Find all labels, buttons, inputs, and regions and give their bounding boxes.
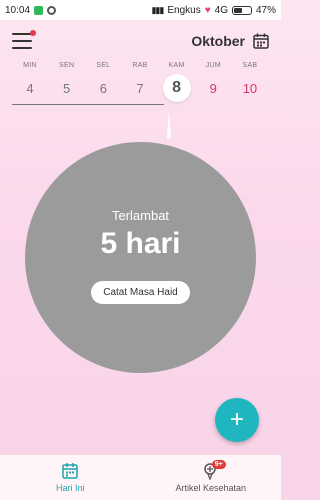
day-number: 9 [209,81,217,96]
month-title[interactable]: Oktober [191,33,245,49]
past-days-underline [12,104,164,105]
today-highlight: 8 [162,74,191,102]
tab-articles-label: Artikel Kesehatan [175,483,247,493]
status-label: Terlambat [111,207,170,223]
bottom-nav: Hari Ini 9+ Artikel Kesehatan [0,454,281,500]
days-late-value: 5 hari [100,226,181,260]
status-network: 4G [214,4,228,16]
hamburger-menu-icon[interactable] [12,30,36,49]
status-left: 10:04 [5,4,57,16]
battery-icon [231,5,252,15]
signal-icon: ▮▮▮ [151,4,164,15]
chat-notification-icon [34,5,44,15]
heart-icon: ♥ [204,4,211,16]
day-number: 5 [63,81,71,96]
tab-today-label: Hari Ini [55,483,85,493]
day-number: 7 [136,81,144,96]
app-notification-icon [47,5,57,15]
calendar-today-icon [62,463,78,479]
day-cell-today[interactable]: KAM 8 [159,62,195,108]
day-cell-4[interactable]: MIN 4 [12,62,48,108]
day-name: RAB [132,62,148,69]
day-name: KAM [168,62,185,69]
day-name: SEL [96,62,111,69]
status-battery: 47% [255,4,276,16]
day-cell-6[interactable]: SEL 6 [85,62,121,108]
cycle-status-circle: Terlambat 5 hari Catat Masa Haid [25,142,256,373]
day-name: JUM [205,62,221,69]
status-time: 10:04 [5,4,31,16]
day-number: 8 [172,79,182,96]
tab-articles[interactable]: 9+ Artikel Kesehatan [141,455,282,500]
status-carrier: Engkus [167,4,201,16]
calendar-icon[interactable] [253,33,269,49]
day-cell-7[interactable]: RAB 7 [122,62,158,108]
status-right: ▮▮▮ Engkus ♥ 4G 47% [151,5,276,16]
log-period-button[interactable]: Catat Masa Haid [91,280,190,304]
day-name: MIN [23,62,37,69]
month-selector: Oktober [191,33,269,49]
articles-badge: 9+ [211,460,226,469]
header: Oktober [0,20,281,62]
day-cell-5[interactable]: SEN 5 [49,62,85,108]
add-button[interactable]: + [215,398,259,442]
articles-icon-wrap: 9+ [202,460,226,481]
week-strip: MIN 4 SEN 5 SEL 6 RAB 7 KAM 8 JUM 9 SAB … [12,62,268,108]
day-number: 4 [26,81,34,96]
day-cell-9[interactable]: JUM 9 [195,62,231,108]
day-name: SAB [242,62,258,69]
status-bar: 10:04 ▮▮▮ Engkus ♥ 4G 47% [0,0,281,20]
tab-today[interactable]: Hari Ini [0,455,141,500]
day-number: 6 [99,81,107,96]
day-cell-10[interactable]: SAB 10 [232,62,268,108]
day-number: 10 [242,81,258,96]
day-name: SEN [59,62,75,69]
notification-dot [30,30,36,36]
plus-icon: + [229,406,244,433]
today-pointer [167,110,171,139]
